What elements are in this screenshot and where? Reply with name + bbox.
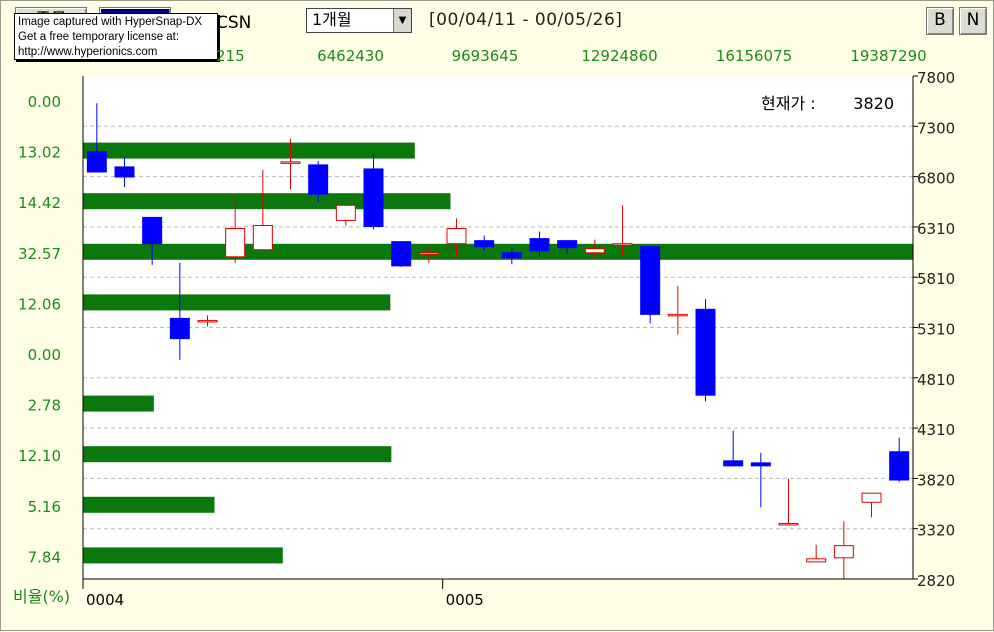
date-range: [00/04/11 - 00/05/26] — [429, 10, 623, 30]
y-tick-label: 3320 — [917, 522, 955, 540]
volume-axis-label: 12924860 — [581, 47, 657, 65]
candle-body — [640, 246, 661, 315]
candle-body — [723, 460, 744, 467]
watermark-line: Get a free temporary license at: — [18, 31, 180, 43]
volume-axis-label: 6462430 — [317, 47, 384, 65]
volume-profile-bar — [83, 395, 154, 412]
current-price-label: 현재가 : — [761, 94, 816, 113]
volume-profile-pct: 12.06 — [18, 295, 61, 313]
volume-profile-pct: 0.00 — [28, 93, 61, 111]
volume-profile-bar — [83, 496, 215, 513]
volume-axis-label: 16156075 — [716, 47, 792, 65]
y-tick-label: 7300 — [917, 119, 955, 137]
candle-body — [225, 228, 246, 258]
volume-profile-bar — [83, 547, 283, 564]
plot-area — [83, 76, 913, 579]
y-tick-label: 5310 — [917, 321, 955, 339]
candle-body — [695, 308, 716, 396]
candle-body — [308, 164, 329, 195]
volume-axis-label: 215 — [216, 47, 245, 65]
candle-body — [778, 522, 799, 526]
volume-profile-pct: 5.16 — [28, 498, 61, 516]
y-tick-label: 3820 — [917, 471, 955, 489]
period-value: 1개월 — [312, 10, 352, 29]
candle-body — [750, 462, 771, 467]
chevron-down-icon[interactable]: ▼ — [393, 9, 411, 32]
candle-body — [391, 241, 412, 267]
stock-code: CSN — [216, 13, 252, 33]
volume-profile-pct: 14.42 — [18, 194, 61, 212]
volume-profile-pct: 13.02 — [18, 144, 61, 162]
volume-profile-bar — [83, 193, 451, 210]
volume-profile-bar — [83, 446, 392, 463]
y-tick-label: 4310 — [917, 421, 955, 439]
volume-profile-pct: 7.84 — [28, 548, 61, 566]
candle-body — [806, 558, 827, 563]
y-tick-label: 6800 — [917, 170, 955, 188]
candle-body — [501, 252, 522, 259]
candle-body — [557, 240, 578, 249]
candle-body — [335, 204, 356, 221]
x-tick-label: 0005 — [446, 591, 484, 609]
y-tick-label: 2820 — [917, 572, 955, 590]
y-tick-label: 5810 — [917, 270, 955, 288]
candle-body — [86, 151, 107, 173]
volume-axis-label: 9693645 — [452, 47, 519, 65]
volume-profile-pct: 2.78 — [28, 397, 61, 415]
candlestick-chart: 7800 7300 6800 6310 5810 5310 4810 4310 3820 3320… — [13, 47, 955, 609]
candle-body — [418, 252, 439, 255]
candle-body — [114, 166, 135, 178]
volume-axis-label: 19387290 — [850, 47, 926, 65]
candle-body — [169, 317, 190, 340]
candle-body — [363, 168, 384, 227]
candle-body — [584, 248, 605, 254]
volume-profile-pct: 12.10 — [18, 447, 61, 465]
watermark-line: http://www.hyperionics.com — [18, 46, 158, 58]
volume-profile-bar — [83, 294, 391, 311]
x-tick-label: 0004 — [86, 591, 124, 609]
candle-body — [197, 319, 218, 323]
volume-profile-pct: 32.57 — [18, 245, 61, 263]
candle-body — [833, 545, 854, 559]
candle-body — [529, 238, 550, 252]
y-tick-label: 6310 — [917, 220, 955, 238]
candle-body — [889, 451, 910, 481]
current-price-value: 3820 — [853, 94, 894, 113]
candle-body — [667, 313, 688, 317]
y-tick-label: 7800 — [917, 69, 955, 87]
n-button[interactable]: N — [959, 7, 987, 35]
candle-body — [612, 243, 633, 246]
candle-body — [280, 161, 301, 164]
watermark-line: Image captured with HyperSnap-DX — [18, 16, 203, 28]
b-button[interactable]: B — [926, 7, 954, 35]
volume-profile-bar — [83, 243, 913, 260]
candle-body — [446, 228, 467, 245]
candle-body — [142, 216, 163, 245]
y-tick-label: 4810 — [917, 371, 955, 389]
chart-window: 종목 Image captured with HyperSnap-DX Get … — [0, 0, 994, 631]
ratio-label: 비율(%) — [13, 587, 70, 606]
volume-profile-pct: 0.00 — [28, 346, 61, 364]
period-select[interactable]: 1개월 ▼ — [306, 8, 412, 33]
volume-profile-bar — [83, 142, 415, 159]
candle-body — [474, 240, 495, 248]
candle-body — [252, 224, 273, 251]
hypersnap-watermark: Image captured with HyperSnap-DX Get a f… — [14, 13, 218, 60]
candle-body — [861, 492, 882, 503]
